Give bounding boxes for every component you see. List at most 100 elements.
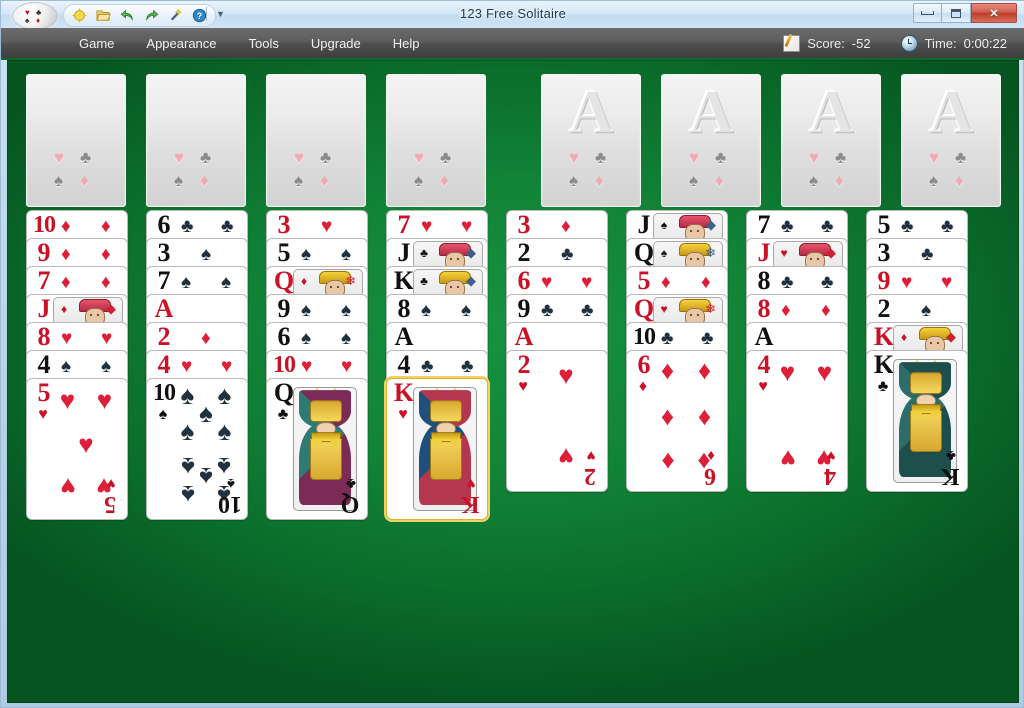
redo-icon[interactable] xyxy=(144,8,159,23)
card-corner-suit: ♥ xyxy=(518,378,528,395)
card-K♥[interactable]: K ♥ K ♥ xyxy=(386,378,488,520)
club-icon: ♣ xyxy=(715,148,727,167)
minimize-button[interactable] xyxy=(913,3,942,23)
diamond-icon: ♦ xyxy=(715,171,724,190)
heart-icon: ♥ xyxy=(414,148,425,167)
card-pip: ♦ xyxy=(697,400,712,431)
card-pip: ♠ xyxy=(181,272,192,293)
card-pip: ♠ xyxy=(341,244,352,265)
card-pip: ♠ xyxy=(221,272,232,293)
club-icon: ♣ xyxy=(595,148,607,167)
menu-item-appearance[interactable]: Appearance xyxy=(130,32,232,55)
maximize-button[interactable] xyxy=(942,3,971,23)
card-pip: ♣ xyxy=(821,272,834,293)
spade-icon: ♠ xyxy=(174,171,184,190)
card-pip: ♦ xyxy=(821,300,831,321)
new-game-icon[interactable] xyxy=(72,8,87,23)
chevron-down-icon[interactable]: ▼ xyxy=(216,9,225,19)
card-pip: ♥ xyxy=(901,272,913,293)
diamond-icon: ♦ xyxy=(440,171,449,190)
court-eye-right xyxy=(697,230,700,232)
card-corner-suit: ♥ xyxy=(660,302,668,316)
court-eye-left xyxy=(690,230,693,232)
card-corner-suit: ♥ xyxy=(758,378,768,395)
card-rank-bottom: K xyxy=(940,463,960,489)
foundation-2[interactable]: A ♥ ♣ ♠ ♦ xyxy=(661,74,761,207)
card-pip: ♠ xyxy=(217,380,232,411)
card-pip: ♥ xyxy=(321,216,333,237)
close-button[interactable]: ✕ xyxy=(971,3,1017,23)
card-corner-suit: ♥ xyxy=(780,246,788,260)
free-cell-3[interactable]: ♥ ♣ ♠ ♦ xyxy=(266,74,366,207)
card-pip: ♠ xyxy=(301,300,312,321)
card-pip: ♣ xyxy=(581,300,594,321)
card-corner-suit-bottom: ♦ xyxy=(707,447,715,464)
undo-icon[interactable] xyxy=(120,8,135,23)
card-5♥[interactable]: 5 ♥ ♥ ♥ ♥ ♥ ♥ 5 ♥ xyxy=(26,378,128,520)
court-ornament: ◆ xyxy=(466,245,476,260)
card-4♥[interactable]: 4 ♥ ♥ ♥ ♥ ♥ 4 ♥ xyxy=(746,350,848,492)
card-rank: A xyxy=(394,322,414,351)
court-ornament: ◆ xyxy=(946,329,956,344)
card-pip: ♣ xyxy=(941,216,954,237)
card-rank-bottom: 5 xyxy=(104,491,116,517)
card-pip: ♣ xyxy=(181,216,194,237)
diamond-icon: ♦ xyxy=(955,171,964,190)
hint-wand-icon[interactable] xyxy=(168,8,183,23)
status-group: Score: -52 Time: 0:00:22 xyxy=(783,28,1007,58)
foundation-placeholder-letter: A xyxy=(688,78,734,146)
diamond-icon: ♦ xyxy=(595,171,604,190)
card-pip: ♣ xyxy=(781,272,794,293)
free-cell-1[interactable]: ♥ ♣ ♠ ♦ xyxy=(26,74,126,207)
card-10♠[interactable]: 10 ♠ ♠ ♠ ♠ ♠ ♠ ♠ ♠ ♠ ♠ ♠ 10 ♠ xyxy=(146,378,248,520)
card-pip: ♠ xyxy=(61,356,72,377)
court-eye-left xyxy=(930,342,933,344)
foundation-1[interactable]: A ♥ ♣ ♠ ♦ xyxy=(541,74,641,207)
card-pip: ♦ xyxy=(697,354,712,385)
foundation-3[interactable]: A ♥ ♣ ♠ ♦ xyxy=(781,74,881,207)
court-ornament: ◆ xyxy=(466,273,476,288)
application-menu-orb[interactable]: ♥ ♣ ♠ ♦ xyxy=(12,2,58,30)
card-pip: ♠ xyxy=(217,416,232,447)
court-tunic-mirror xyxy=(430,400,462,422)
court-eye-right xyxy=(457,258,460,260)
menu-item-game[interactable]: Game xyxy=(63,32,130,55)
court-crown-mirror xyxy=(311,432,341,442)
card-6♦[interactable]: 6 ♦ ♦ ♦ ♦ ♦ ♦ ♦ 6 ♦ xyxy=(626,350,728,492)
card-rank: A xyxy=(154,294,174,323)
card-corner-suit: ♥ xyxy=(398,406,408,423)
card-pip: ♠ xyxy=(341,300,352,321)
foundation-placeholder-letter: A xyxy=(808,78,854,146)
card-rank: 4 xyxy=(37,350,51,379)
card-pip: ♠ xyxy=(301,328,312,349)
quick-access-buttons: ? xyxy=(63,4,216,27)
card-pip: ♥ xyxy=(59,385,76,416)
heart-icon: ♥ xyxy=(54,148,65,167)
card-rank: 7 xyxy=(37,266,51,295)
card-rank-bottom: 2 xyxy=(584,463,596,489)
court-eye-right xyxy=(97,314,100,316)
menu-item-help[interactable]: Help xyxy=(377,32,436,55)
card-rank-bottom: Q xyxy=(340,491,360,517)
free-cell-4[interactable]: ♥ ♣ ♠ ♦ xyxy=(386,74,486,207)
menu-item-tools[interactable]: Tools xyxy=(233,32,295,55)
heart-icon: ♥ xyxy=(294,148,305,167)
court-figure-mirrored xyxy=(294,388,356,444)
card-K♣[interactable]: K ♣ K ♣ xyxy=(866,350,968,492)
open-folder-icon[interactable] xyxy=(96,8,111,23)
card-pip: ♠ xyxy=(201,244,212,265)
help-icon[interactable]: ? xyxy=(192,8,207,23)
card-pip: ♥ xyxy=(779,444,796,475)
menu-item-upgrade[interactable]: Upgrade xyxy=(295,32,377,55)
card-pip: ♠ xyxy=(101,356,112,377)
card-2♥[interactable]: 2 ♥ ♥ ♥ 2 ♥ xyxy=(506,350,608,492)
card-Q♣[interactable]: Q ♣ Q ♣ xyxy=(266,378,368,520)
card-rank: 10 xyxy=(273,352,296,378)
free-cell-2[interactable]: ♥ ♣ ♠ ♦ xyxy=(146,74,246,207)
card-rank: 7 xyxy=(757,210,771,239)
card-rank: 2 xyxy=(877,294,891,323)
card-pip: ♥ xyxy=(341,356,353,377)
spade-icon: ♠ xyxy=(414,171,424,190)
foundation-4[interactable]: A ♥ ♣ ♠ ♦ xyxy=(901,74,1001,207)
card-corner-suit: ♥ xyxy=(38,406,48,423)
